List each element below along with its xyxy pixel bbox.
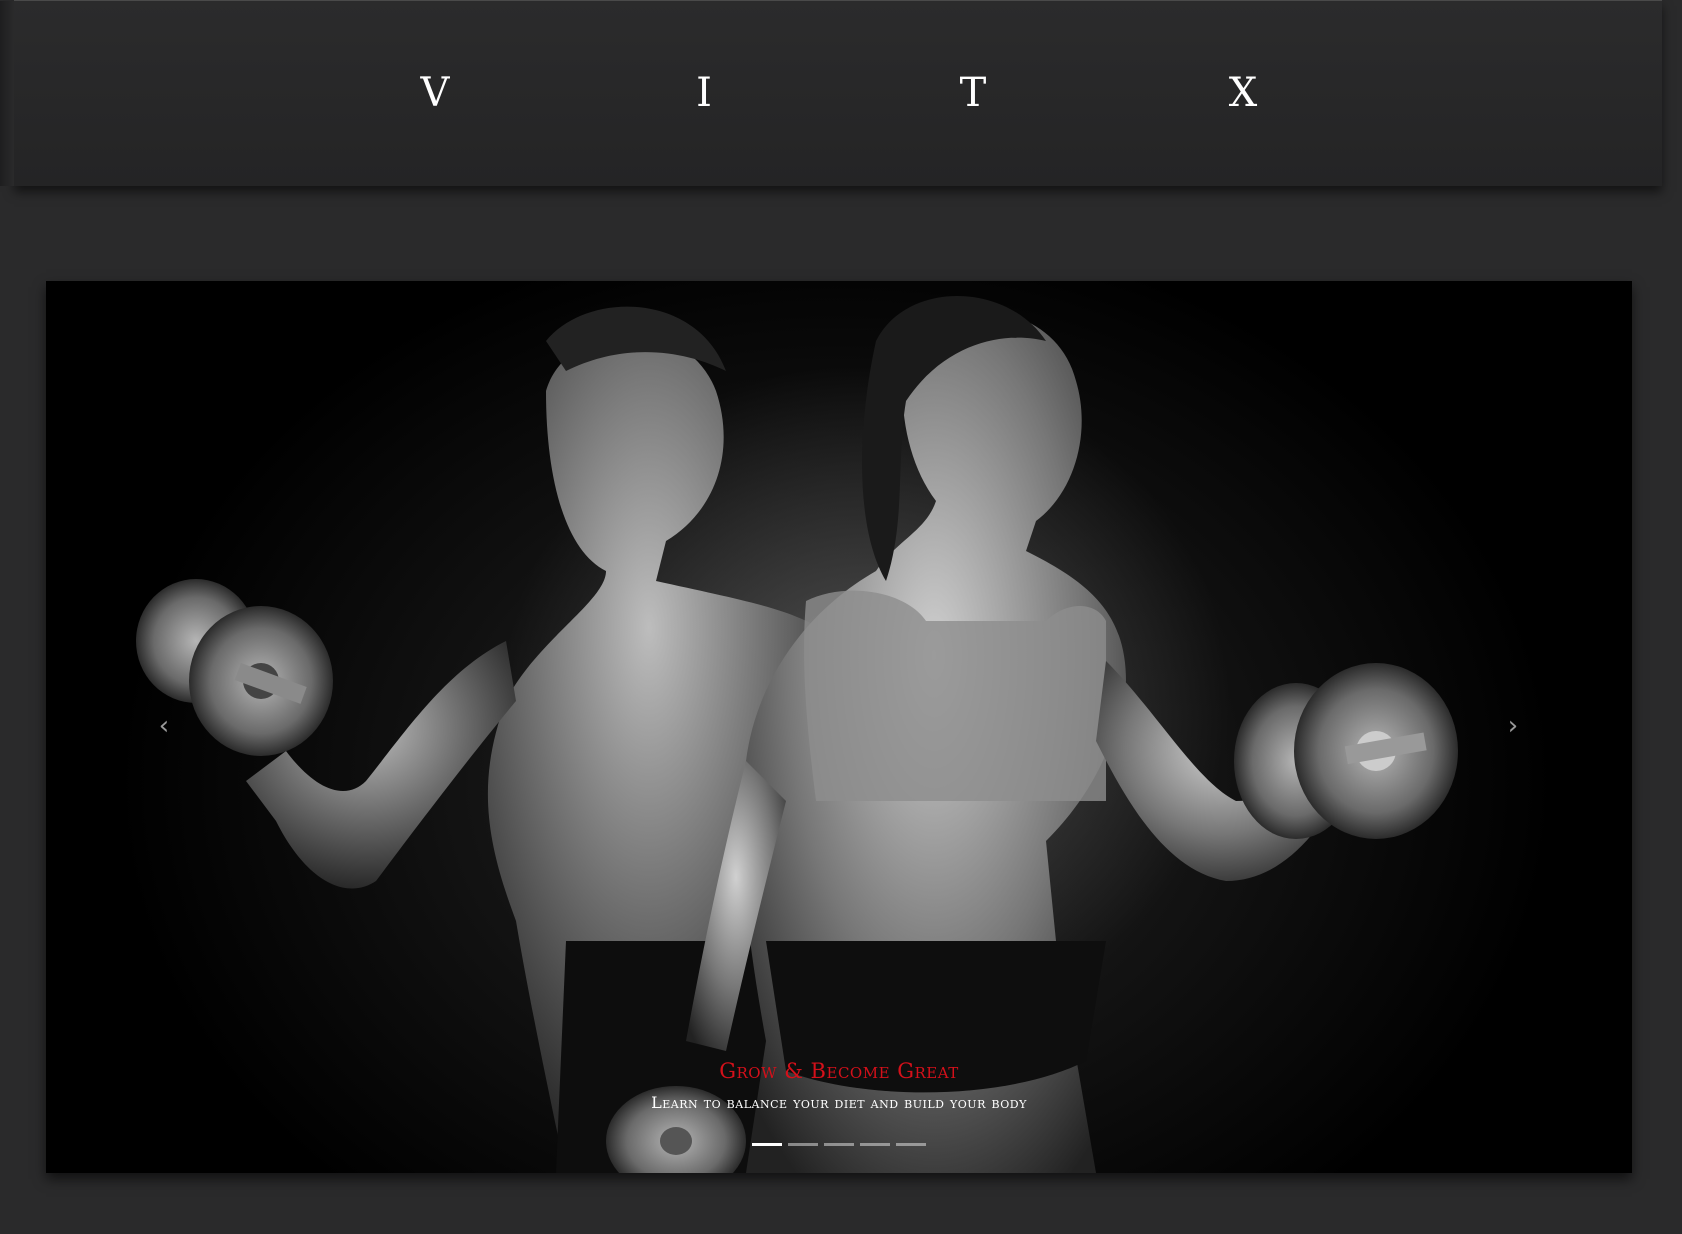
header-edge	[0, 1, 14, 186]
dumbbell-right	[1234, 663, 1458, 839]
carousel-indicators	[752, 1143, 926, 1147]
chevron-right-icon: ›	[1507, 711, 1519, 741]
site-header: V I T X	[0, 0, 1662, 186]
carousel-next-button[interactable]: ›	[1498, 711, 1528, 741]
hero-carousel: ‹ › Grow & Become Great Learn to balance…	[46, 281, 1632, 1173]
carousel-prev-button[interactable]: ‹	[149, 711, 179, 741]
chevron-left-icon: ‹	[158, 711, 170, 741]
nav-item-x[interactable]: X	[1229, 63, 1257, 123]
slide-illustration	[136, 296, 1458, 1173]
carousel-indicator-4[interactable]	[860, 1143, 890, 1146]
nav-item-i[interactable]: I	[696, 63, 712, 123]
nav-item-t[interactable]: T	[960, 63, 987, 123]
slide-caption-title: Grow & Become Great	[719, 1059, 959, 1083]
carousel-indicator-2[interactable]	[788, 1143, 818, 1146]
page: V I T X ‹ › Grow & Become Great Learn to…	[0, 0, 1682, 1234]
main-nav: V I T X	[14, 63, 1662, 123]
nav-item-v[interactable]: V	[421, 63, 450, 123]
fitness-couple-image	[46, 281, 1632, 1173]
carousel-indicator-3[interactable]	[824, 1143, 854, 1146]
carousel-indicator-1[interactable]	[752, 1143, 782, 1146]
slide-caption-subtitle: Learn to balance your diet and build you…	[651, 1093, 1027, 1112]
carousel-indicator-5[interactable]	[896, 1143, 926, 1146]
